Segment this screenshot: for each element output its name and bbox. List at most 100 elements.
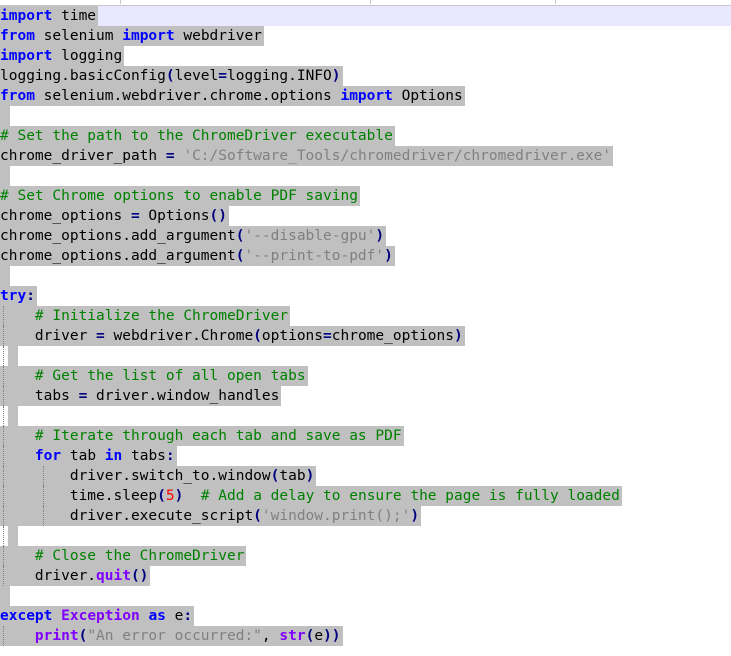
keyword-token: as — [148, 608, 166, 624]
operator-token: () — [130, 568, 149, 584]
code-token: driver.switch_to.window — [69, 468, 271, 484]
indent-guide — [3, 346, 4, 366]
code-line[interactable]: # Initialize the ChromeDriver — [0, 306, 731, 326]
code-line[interactable]: # Set Chrome options to enable PDF savin… — [0, 186, 731, 206]
indent-guide — [3, 406, 4, 426]
selection-highlight: for tab in tabs: — [0, 446, 177, 466]
code-line[interactable]: except Exception as e: — [0, 606, 731, 626]
selection-highlight: tabs = driver.window_handles — [0, 386, 282, 406]
code-token: logging — [52, 48, 123, 64]
code-line[interactable]: # Set the path to the ChromeDriver execu… — [0, 126, 731, 146]
code-line[interactable]: # Close the ChromeDriver — [0, 546, 731, 566]
comment-token: # Close the ChromeDriver — [34, 548, 245, 564]
indent-guide — [3, 546, 4, 566]
code-token: Options — [139, 208, 210, 224]
operator-token: = — [218, 68, 227, 84]
code-line[interactable]: driver.switch_to.window(tab) — [0, 466, 731, 486]
operator-token: = — [130, 208, 140, 224]
code-token: time.sleep — [69, 488, 158, 504]
code-line[interactable]: import logging — [0, 46, 731, 66]
selection-highlight — [8, 346, 18, 366]
code-token: logging.basicConfig — [0, 68, 166, 84]
code-token: logging.INFO — [227, 68, 332, 84]
code-token: driver. — [34, 568, 97, 584]
operator-token: ( — [253, 508, 262, 524]
code-line[interactable]: driver = webdriver.Chrome(options=chrome… — [0, 326, 731, 346]
code-token: webdriver.Chrome — [104, 328, 254, 344]
keyword-token: except — [0, 608, 53, 624]
code-line[interactable]: chrome_options.add_argument('--print-to-… — [0, 246, 731, 266]
code-line[interactable]: driver.quit() — [0, 566, 731, 586]
selection-highlight: from selenium.webdriver.chrome.options i… — [0, 86, 465, 106]
code-line[interactable]: chrome_options.add_argument('--disable-g… — [0, 226, 731, 246]
code-line[interactable]: from selenium import webdriver — [0, 26, 731, 46]
code-token: tabs — [34, 388, 79, 404]
tab-divider — [370, 0, 371, 4]
number-token: 5 — [165, 488, 175, 504]
code-line[interactable] — [0, 526, 731, 546]
operator-token: ) — [410, 508, 420, 524]
comment-token: # Set Chrome options to enable PDF savin… — [0, 188, 358, 204]
indent-guide — [3, 566, 4, 586]
operator-token: = — [96, 328, 105, 344]
code-editor[interactable]: import time from selenium import webdriv… — [0, 6, 731, 656]
code-line[interactable]: try: — [0, 286, 731, 306]
code-token: chrome_options.add_argument — [0, 248, 236, 264]
indent-guide — [43, 506, 44, 526]
code-line[interactable] — [0, 586, 731, 606]
code-line[interactable]: chrome_options = Options() — [0, 206, 731, 226]
selection-highlight: # Initialize the ChromeDriver — [0, 306, 291, 326]
code-line[interactable]: import time — [0, 6, 731, 26]
code-line[interactable]: # Iterate through each tab and save as P… — [0, 426, 731, 446]
keyword-token: import — [122, 28, 175, 44]
code-line[interactable]: print("An error occurred:", str(e)) — [0, 626, 731, 646]
selection-highlight — [0, 266, 10, 286]
code-line[interactable] — [0, 346, 731, 366]
code-token: selenium — [34, 28, 123, 44]
operator-token: ) — [375, 228, 385, 244]
code-token: options — [261, 328, 324, 344]
code-line[interactable] — [0, 166, 731, 186]
selection-highlight — [8, 406, 18, 426]
keyword-token: from — [0, 28, 35, 44]
indent-guide — [3, 626, 4, 646]
code-line[interactable] — [0, 106, 731, 126]
string-token: 'window.print();' — [261, 508, 411, 524]
code-token: chrome_options — [0, 208, 131, 224]
code-line[interactable] — [0, 406, 731, 426]
code-line[interactable]: time.sleep(5) # Add a delay to ensure th… — [0, 486, 731, 506]
code-line[interactable] — [0, 266, 731, 286]
code-line[interactable]: driver.execute_script('window.print();') — [0, 506, 731, 526]
comment-token: # Set the path to the ChromeDriver execu… — [0, 128, 393, 144]
selection-highlight: except Exception as e: — [0, 606, 195, 626]
indent-guide — [3, 486, 4, 506]
operator-token: ) — [453, 328, 463, 344]
keyword-token: import — [0, 48, 53, 64]
selection-highlight: print("An error occurred:", str(e)) — [0, 626, 343, 646]
indent-guide — [3, 426, 4, 446]
operator-token: ( — [157, 488, 166, 504]
selection-highlight: # Set the path to the ChromeDriver execu… — [0, 126, 395, 146]
code-line[interactable]: for tab in tabs: — [0, 446, 731, 466]
operator-token: : — [26, 288, 35, 304]
code-line[interactable]: # Get the list of all open tabs — [0, 366, 731, 386]
selection-highlight: # Set Chrome options to enable PDF savin… — [0, 186, 360, 206]
code-line[interactable]: tabs = driver.window_handles — [0, 386, 731, 406]
code-line[interactable]: logging.basicConfig(level=logging.INFO) — [0, 66, 731, 86]
operator-token: = — [78, 388, 88, 404]
code-line[interactable]: chrome_driver_path = 'C:/Software_Tools/… — [0, 146, 731, 166]
code-token: e — [165, 608, 184, 624]
selection-highlight: driver.switch_to.window(tab) — [0, 466, 317, 486]
selection-highlight: import logging — [0, 46, 125, 66]
comment-token: # Iterate through each tab and save as P… — [34, 428, 402, 444]
code-line[interactable]: from selenium.webdriver.chrome.options i… — [0, 86, 731, 106]
code-token: chrome_options.add_argument — [0, 228, 236, 244]
code-token: tab — [279, 468, 306, 484]
indent-guide — [3, 526, 4, 546]
